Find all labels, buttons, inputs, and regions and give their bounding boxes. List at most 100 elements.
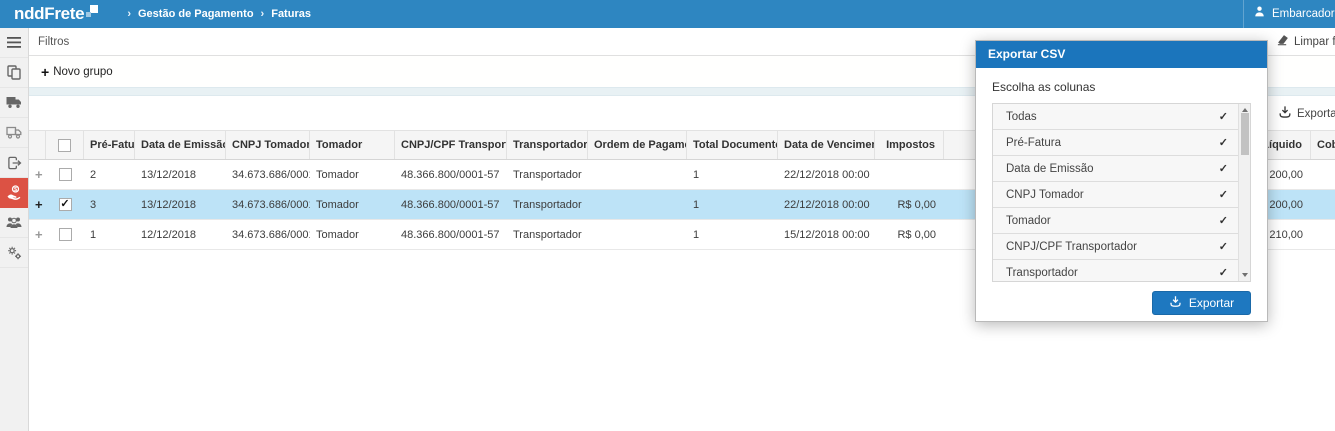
breadcrumb-separator-icon: › [260,8,265,20]
cell-pre-fatura: 3 [90,199,97,211]
cell-impostos: R$ 0,00 [897,229,936,241]
breadcrumb-item-faturas[interactable]: Faturas [271,8,311,20]
header-pre-fatura[interactable]: Pré-Fatura [84,131,135,159]
svg-text:$: $ [14,187,17,193]
download-icon [1169,295,1182,311]
sidebar-item-menu[interactable] [0,28,28,58]
logo-text: nddFrete [14,4,85,23]
clear-filters-button[interactable]: Limpar filtros [1276,34,1335,49]
column-option-cnpj-cpf-transportador[interactable]: CNPJ/CPF Transportador ✓ [993,234,1238,260]
cell-ordem [588,190,687,219]
sidebar-item-payments[interactable]: $ [0,178,28,208]
header-data-vencimento[interactable]: Data de Vencimento [778,131,875,159]
sidebar-item-users[interactable] [0,208,28,238]
header-cobranca[interactable]: Cobrança [1311,131,1335,159]
cell-data-emissao: 12/12/2018 [141,229,197,241]
header-transportador[interactable]: Transportador [507,131,588,159]
column-option-data-emissao[interactable]: Data de Emissão ✓ [993,156,1238,182]
cell-cobranca [1311,220,1335,249]
breadcrumb-separator-icon: › [127,8,131,20]
header-impostos[interactable]: Impostos [875,131,944,159]
cell-total-documentos: 1 [693,169,700,181]
header-tomador[interactable]: Tomador [310,131,395,159]
header-select-all [46,131,84,159]
scrollbar-thumb[interactable] [1241,113,1249,155]
modal-subtitle: Escolha as colunas [992,80,1096,94]
cell-cnpj-transportador: 48.366.800/0001-57 [401,229,500,241]
select-all-checkbox[interactable] [58,138,71,152]
header-ordem-pagamento[interactable]: Ordem de Pagamento [588,131,687,159]
sidebar-item-export[interactable] [0,148,28,178]
modal-title: Exportar CSV [976,41,1267,68]
hand-coin-payment-icon: $ [6,185,22,200]
header-cnpj-cpf-transportador[interactable]: CNPJ/CPF Transportador [395,131,507,159]
export-button-label: Exportar [1188,296,1235,310]
sidebar: $ [0,28,29,431]
scroll-down-arrow-icon[interactable] [1239,269,1250,281]
column-option-transportador[interactable]: Transportador ✓ [993,260,1238,281]
header-data-emissao[interactable]: Data de Emissão↓ [135,131,226,159]
check-icon: ✓ [1218,137,1228,149]
cell-cobranca [1311,190,1335,219]
sidebar-item-freight[interactable] [0,88,28,118]
app-logo: nddFrete [14,4,99,24]
cell-data-emissao: 13/12/2018 [141,199,197,211]
column-option-label: CNPJ/CPF Transportador [1006,240,1138,253]
column-list: Todas ✓ Pré-Fatura ✓ Data de Emissão ✓ C… [992,103,1251,282]
cell-tomador: Tomador [316,169,359,181]
column-option-label: Data de Emissão [1006,162,1094,175]
export-csv-link[interactable]: Exportar CSV [1278,105,1335,122]
row-checkbox[interactable] [58,168,72,181]
column-option-pre-fatura[interactable]: Pré-Fatura ✓ [993,130,1238,156]
cell-cnpj-tomador: 34.673.686/0001-01 [232,229,310,241]
row-checkbox-checked[interactable]: ✓ [58,198,72,211]
documents-copy-icon [7,65,21,80]
cell-ordem [588,220,687,249]
column-option-label: Todas [1006,110,1037,123]
sidebar-item-settings[interactable] [0,238,28,268]
header-cnpj-tomador[interactable]: CNPJ Tomador [226,131,310,159]
cell-pre-fatura: 2 [90,169,97,181]
check-icon: ✓ [1218,215,1228,227]
sidebar-item-delivery[interactable] [0,118,28,148]
column-option-todas[interactable]: Todas ✓ [993,104,1238,130]
user-menu-label[interactable]: Embarcador [1272,8,1335,20]
check-icon: ✓ [1218,241,1228,253]
cell-vencimento: 22/12/2018 00:00 [784,199,870,211]
column-option-tomador[interactable]: Tomador ✓ [993,208,1238,234]
cell-pre-fatura: 1 [90,229,97,241]
eraser-icon [1276,34,1289,49]
cell-total-documentos: 1 [693,199,700,211]
header-data-emissao-label: Data de Emissão [141,139,226,151]
header-total-documentos[interactable]: Total Documentos [687,131,778,159]
cell-transportador: Transportador [513,169,582,181]
check-icon: ✓ [1218,189,1228,201]
cell-cnpj-transportador: 48.366.800/0001-57 [401,199,500,211]
cell-transportador: Transportador [513,229,582,241]
new-group-button[interactable]: + Novo grupo [41,64,113,80]
breadcrumb-item-gestao[interactable]: Gestão de Pagamento [138,8,254,20]
column-option-label: Tomador [1006,214,1051,227]
breadcrumb: › Gestão de Pagamento › Faturas [120,8,311,20]
users-group-icon [6,216,22,229]
expand-row-icon[interactable]: + [35,167,43,182]
sidebar-item-documents[interactable] [0,58,28,88]
hamburger-menu-icon [7,37,21,48]
column-option-label: CNPJ Tomador [1006,188,1084,201]
row-checkbox[interactable] [58,228,72,241]
exit-arrow-icon [7,156,22,170]
truck-icon [6,96,22,109]
download-icon [1278,105,1292,122]
cell-impostos [875,160,944,189]
list-scrollbar[interactable] [1238,104,1250,281]
check-icon: ✓ [1218,111,1228,123]
export-csv-modal: Exportar CSV Escolha as colunas Todas ✓ … [975,40,1268,322]
expand-row-icon[interactable]: + [35,197,43,212]
cell-transportador: Transportador [513,199,582,211]
clear-filters-label: Limpar filtros [1294,35,1335,48]
cell-cnpj-transportador: 48.366.800/0001-57 [401,169,500,181]
export-button[interactable]: Exportar [1152,291,1251,315]
column-option-label: Pré-Fatura [1006,136,1061,149]
expand-row-icon[interactable]: + [35,227,43,242]
column-option-cnpj-tomador[interactable]: CNPJ Tomador ✓ [993,182,1238,208]
